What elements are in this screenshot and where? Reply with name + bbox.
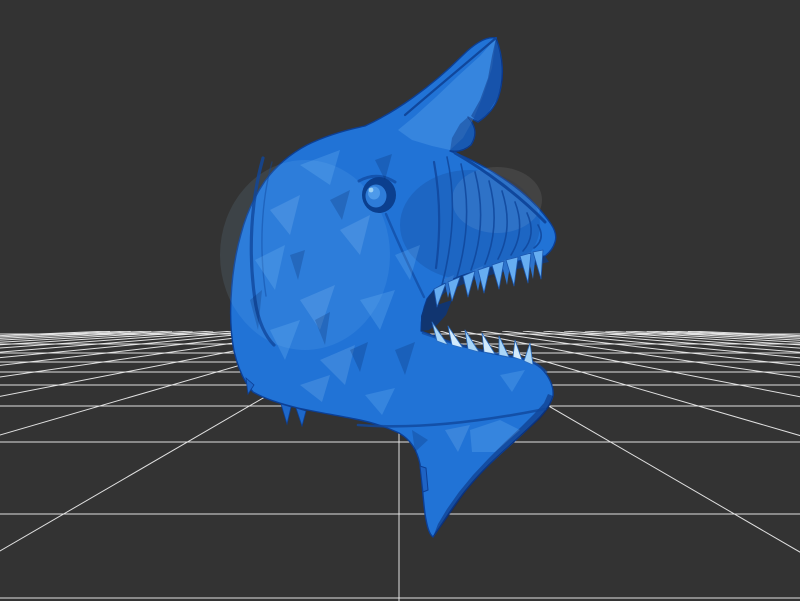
scene-canvas[interactable] [0, 0, 800, 601]
eye-glint [369, 188, 374, 193]
viewport-3d[interactable] [0, 0, 800, 601]
dorsal-fin-face [398, 38, 496, 150]
snout-sheen [452, 167, 542, 233]
shark-model[interactable] [220, 38, 556, 537]
